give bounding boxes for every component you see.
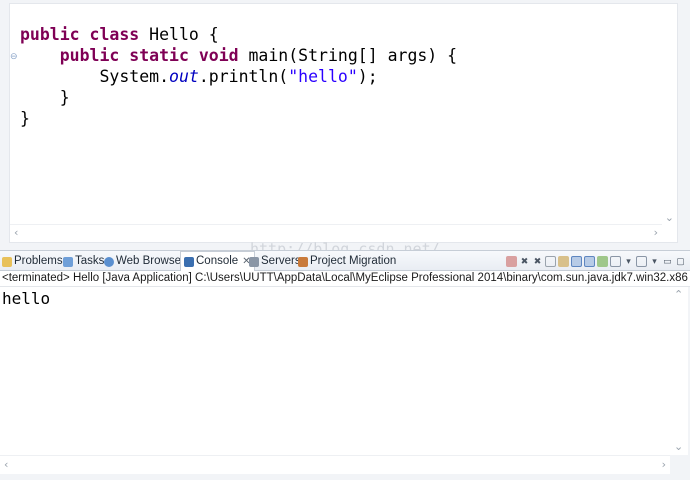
remove-all-icon[interactable]: ✖ [532,256,543,267]
bottom-panel-tabbar: Problems Tasks Web Browser Console ✕ Ser… [0,250,690,271]
code-token: Hello { [139,25,219,44]
code-token: "hello" [288,67,358,86]
chevron-down-icon[interactable]: ▾ [623,256,634,267]
tab-label: Console [196,255,239,267]
console-icon [184,256,194,267]
code-token: ); [357,67,378,86]
tab-label: Problems [14,255,63,267]
chevron-down-icon[interactable]: ▾ [649,256,660,267]
console-output-area[interactable]: hello [0,287,670,455]
tab-servers[interactable]: Servers [249,253,301,270]
scroll-lock-icon[interactable] [558,255,569,267]
code-line[interactable]: System.out.println("hello"); [20,66,457,87]
servers-icon [249,256,259,267]
code-token: } [20,88,70,107]
terminate-icon[interactable] [506,255,517,267]
code-line[interactable]: public class Hello { [20,24,457,45]
scroll-up-icon[interactable]: ⌃ [674,289,683,301]
code-editor[interactable]: ⊖ public class Hello { public static voi… [9,3,678,243]
scroll-down-icon[interactable]: ⌄ [665,212,674,224]
tab-problems[interactable]: Problems [2,253,63,270]
scroll-right-icon[interactable]: › [662,459,666,471]
tab-tasks[interactable]: Tasks [63,253,104,270]
maximize-icon[interactable]: ▢ [675,256,686,267]
code-line[interactable]: public static void main(String[] args) { [20,45,457,66]
show-on-error-icon[interactable] [584,255,595,267]
scroll-left-icon[interactable]: ‹ [4,459,8,471]
code-token: public class [20,25,140,44]
code-token: out [169,67,199,86]
ide-window: ⊖ public class Hello { public static voi… [0,0,690,480]
tab-label: Project Migration [310,255,397,267]
scroll-left-icon[interactable]: ‹ [14,227,18,239]
console-output-text[interactable]: hello [2,289,50,308]
code-text[interactable]: public class Hello { public static void … [20,24,457,129]
console-toolbar: ✖ ✖ ▾ ▾ ▭ ▢ [506,254,686,268]
editor-vertical-scrollbar[interactable]: ⌄ [660,4,677,226]
problems-icon [2,256,12,267]
display-console-icon[interactable] [610,255,621,267]
tab-label: Tasks [75,255,105,267]
console-launch-info: <terminated> Hello [Java Application] C:… [0,271,690,287]
clear-console-icon[interactable] [545,255,556,267]
code-line[interactable]: } [20,87,457,108]
scroll-down-icon[interactable]: ⌄ [674,441,683,453]
remove-launch-icon[interactable]: ✖ [519,256,530,267]
code-token: main(String[] args) { [238,46,458,65]
code-line[interactable]: } [20,108,457,129]
code-token: .println( [198,67,289,86]
minimize-icon[interactable]: ▭ [662,256,673,267]
tab-console[interactable]: Console ✕ [180,251,255,271]
tab-project-migration[interactable]: Project Migration [298,253,396,270]
web-browser-icon [104,256,114,267]
code-token: public static void [59,46,239,65]
tab-web-browser[interactable]: Web Browser [104,253,185,270]
project-migration-icon [298,256,308,267]
tasks-icon [63,256,73,267]
code-token: } [20,109,30,128]
pin-console-icon[interactable] [597,255,608,267]
console-vertical-scrollbar[interactable]: ⌃ ⌄ [670,287,688,455]
tab-label: Servers [261,255,301,267]
tab-label: Web Browser [116,255,185,267]
show-on-output-icon[interactable] [571,255,582,267]
fold-marker-icon[interactable]: ⊖ [10,52,18,61]
console-horizontal-scrollbar[interactable]: ‹ › [0,455,670,474]
new-console-icon[interactable] [636,255,647,267]
code-token: System. [20,67,170,86]
scroll-right-icon[interactable]: › [654,227,658,239]
